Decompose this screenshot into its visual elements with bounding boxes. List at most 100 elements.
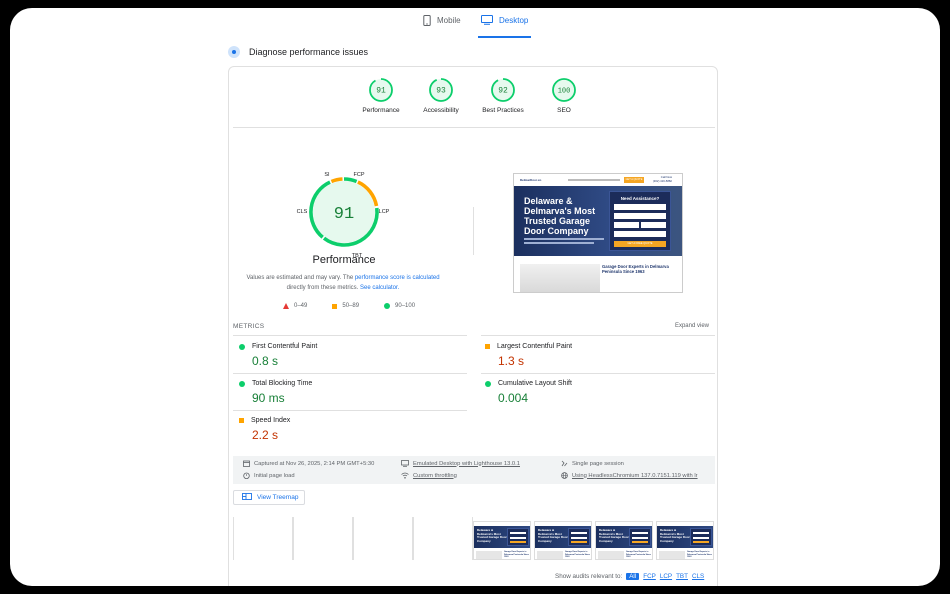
filter-fcp[interactable]: FCP bbox=[643, 573, 656, 580]
captured-info: Captured at Nov 26, 2025, 2:14 PM GMT+5:… bbox=[243, 460, 374, 467]
throttling-info: Custom throttling bbox=[401, 472, 457, 479]
legend-label: 90–100 bbox=[395, 303, 416, 309]
metric-name: Total Blocking Time bbox=[252, 380, 313, 387]
performance-gauge: 91 SI FCP LCP TBT CLS bbox=[289, 165, 399, 265]
note-text: Values are estimated and may vary. The bbox=[246, 275, 355, 281]
vertical-divider bbox=[473, 207, 474, 255]
metric-cls: Cumulative Layout Shift 0.004 bbox=[485, 380, 715, 405]
metric-fcp: First Contentful Paint 0.8 s bbox=[239, 343, 469, 368]
metric-si: Speed Index 2.2 s bbox=[239, 417, 469, 442]
emulated-info: Emulated Desktop with Lighthouse 13.0.1 bbox=[401, 460, 520, 467]
gauge-score: 92 bbox=[498, 87, 508, 96]
site-lower: Garage Door Experts in Delmarva Peninsul… bbox=[514, 256, 682, 292]
metric-value: 0.004 bbox=[498, 391, 529, 405]
pass-icon bbox=[485, 380, 491, 387]
metric-name: Largest Contentful Paint bbox=[497, 343, 573, 350]
frame-lower-text: Garage Door Experts in Delmarva Peninsul… bbox=[565, 551, 590, 558]
diagnose-header: Diagnose performance issues bbox=[228, 46, 368, 58]
divider bbox=[233, 373, 467, 374]
metric-value: 2.2 s bbox=[252, 428, 279, 442]
site-form-field bbox=[614, 204, 666, 210]
filmstrip-frame bbox=[353, 517, 413, 560]
average-icon bbox=[485, 344, 490, 349]
audit-filter: Show audits relevant to: All FCP LCP TBT… bbox=[555, 573, 704, 580]
tab-mobile[interactable]: Mobile bbox=[423, 15, 461, 38]
site-subtext bbox=[524, 238, 604, 240]
treemap-label: View Treemap bbox=[257, 494, 299, 501]
expand-view-link[interactable]: Expand view bbox=[675, 323, 709, 329]
session-icon bbox=[561, 460, 568, 467]
tab-desktop-label: Desktop bbox=[499, 16, 529, 25]
gauge-seo[interactable]: 100 SEO bbox=[534, 77, 594, 114]
seg-label-cls: CLS bbox=[297, 209, 308, 215]
legend-fail: 0–49 bbox=[283, 303, 307, 309]
call-number: (302) 416-5882 bbox=[652, 178, 672, 183]
metric-lcp: Largest Contentful Paint 1.3 s bbox=[485, 343, 715, 368]
frame-lower-text: Garage Door Experts in Delmarva Peninsul… bbox=[626, 551, 651, 558]
report-card: 91 Performance 93 Accessibility 92 Best … bbox=[228, 66, 718, 586]
browser-frame: Mobile Desktop Diagnose performance issu… bbox=[10, 8, 940, 586]
metric-tbt: Total Blocking Time 90 ms bbox=[239, 380, 469, 405]
performance-score: 91 bbox=[334, 205, 354, 224]
frame-headline: Delaware & Delmarva's Most Trusted Garag… bbox=[477, 528, 507, 543]
site-subtext bbox=[524, 242, 594, 244]
seg-label-si: SI bbox=[324, 172, 330, 178]
final-screenshot[interactable]: DelmarDoor.co GET A QUOTE Call Now (302) … bbox=[513, 173, 683, 293]
gauge-ring: 91 bbox=[369, 78, 393, 102]
filmstrip-frame bbox=[413, 517, 473, 560]
filmstrip: Delaware & Delmarva's Most Trusted Garag… bbox=[233, 517, 715, 565]
gauge-ring: 93 bbox=[429, 78, 453, 102]
site-form-title: Need Assistance? bbox=[620, 196, 660, 201]
filmstrip-frame bbox=[233, 517, 293, 560]
gauge-best-practices[interactable]: 92 Best Practices bbox=[473, 77, 533, 114]
initial-load-text: Initial page load bbox=[254, 472, 295, 479]
gauge-score: 93 bbox=[436, 87, 446, 96]
emulated-text[interactable]: Emulated Desktop with Lighthouse 13.0.1 bbox=[413, 461, 520, 467]
frame-headline: Delaware & Delmarva's Most Trusted Garag… bbox=[599, 528, 629, 543]
site-logo: DelmarDoor.co bbox=[520, 178, 542, 182]
legend-label: 50–89 bbox=[342, 303, 360, 309]
filter-cls[interactable]: CLS bbox=[692, 573, 704, 580]
device-tabs: Mobile Desktop bbox=[10, 8, 940, 38]
site-quote-button: GET A QUOTE bbox=[624, 177, 644, 183]
site-form-field bbox=[614, 231, 666, 237]
session-text: Single page session bbox=[572, 460, 624, 467]
filter-lcp[interactable]: LCP bbox=[660, 573, 672, 580]
filmstrip-frame: Delaware & Delmarva's Most Trusted Garag… bbox=[534, 521, 592, 560]
seg-label-fcp: FCP bbox=[354, 172, 365, 178]
site-nav bbox=[568, 179, 620, 181]
globe-icon bbox=[561, 472, 568, 479]
score-calc-link[interactable]: performance score is calculated bbox=[355, 275, 440, 281]
site-form-field bbox=[614, 213, 666, 219]
view-treemap-button[interactable]: View Treemap bbox=[233, 490, 305, 505]
desktop-icon bbox=[401, 460, 409, 467]
pass-icon bbox=[384, 303, 391, 309]
monitor-icon bbox=[481, 15, 493, 25]
diagnose-title: Diagnose performance issues bbox=[249, 47, 369, 57]
metric-value: 90 ms bbox=[252, 391, 285, 405]
metric-name: First Contentful Paint bbox=[252, 343, 318, 350]
gauge-ring: 92 bbox=[491, 78, 515, 102]
filmstrip-frame: Delaware & Delmarva's Most Trusted Garag… bbox=[473, 521, 531, 560]
site-garage-image bbox=[520, 264, 600, 292]
frame-lower-text: Garage Door Experts in Delmarva Peninsul… bbox=[687, 551, 712, 558]
gauge-label: Best Practices bbox=[482, 107, 524, 114]
gauge-performance[interactable]: 91 Performance bbox=[351, 77, 411, 114]
divider bbox=[481, 335, 715, 336]
treemap-icon bbox=[242, 493, 252, 502]
calculator-link[interactable]: See calculator. bbox=[360, 285, 399, 291]
gauge-label: Performance bbox=[362, 107, 400, 114]
divider bbox=[481, 373, 715, 374]
run-info: Captured at Nov 26, 2025, 2:14 PM GMT+5:… bbox=[233, 456, 715, 484]
filmstrip-frame: Delaware & Delmarva's Most Trusted Garag… bbox=[595, 521, 653, 560]
seg-label-lcp: LCP bbox=[379, 209, 390, 215]
metrics-heading: METRICS bbox=[233, 323, 265, 330]
filter-all[interactable]: All bbox=[626, 573, 640, 580]
divider bbox=[233, 335, 467, 336]
filter-tbt[interactable]: TBT bbox=[676, 573, 688, 580]
browser-text[interactable]: Using HeadlessChromium 137.0.7151.119 wi… bbox=[572, 473, 698, 479]
tab-desktop[interactable]: Desktop bbox=[478, 15, 532, 38]
throttling-text[interactable]: Custom throttling bbox=[413, 473, 457, 479]
gauge-accessibility[interactable]: 93 Accessibility bbox=[411, 77, 471, 114]
wifi-icon bbox=[401, 472, 409, 479]
